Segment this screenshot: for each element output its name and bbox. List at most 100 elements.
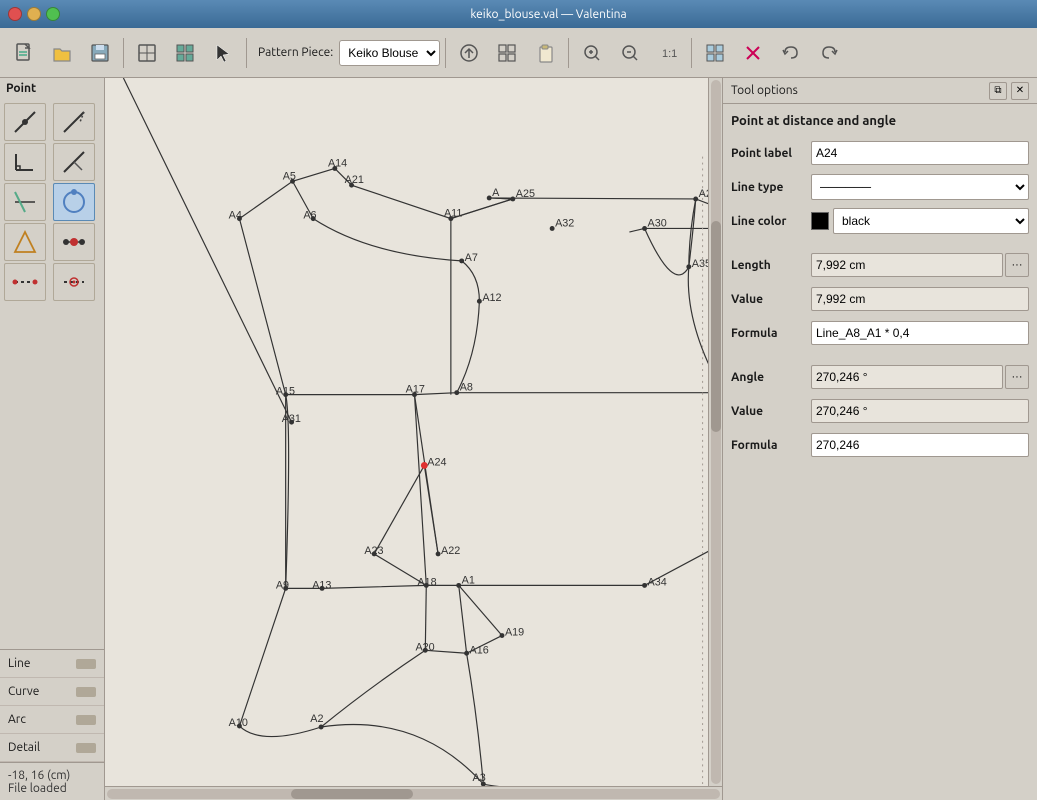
svg-text:A19: A19 bbox=[505, 627, 524, 639]
zoom-reset-button[interactable]: 1:1 bbox=[650, 35, 686, 71]
cross-tool[interactable] bbox=[53, 263, 95, 301]
window-controls[interactable] bbox=[8, 7, 60, 21]
angle-formula-input[interactable] bbox=[811, 433, 1029, 457]
point-label-input[interactable] bbox=[811, 141, 1029, 165]
v-scroll-thumb[interactable] bbox=[711, 221, 721, 432]
svg-text:A5: A5 bbox=[283, 170, 296, 182]
right-panel: Tool options ⧉ ✕ Point at distance and a… bbox=[722, 78, 1037, 800]
panel-close-button[interactable]: ✕ bbox=[1011, 82, 1029, 100]
svg-text:A23: A23 bbox=[364, 545, 383, 557]
line-type-select[interactable]: ────── - - - - ······· bbox=[811, 174, 1029, 200]
zoom-in-button[interactable] bbox=[574, 35, 610, 71]
svg-text:A7: A7 bbox=[465, 252, 478, 264]
svg-text:A31: A31 bbox=[282, 413, 301, 425]
status-text: File loaded bbox=[8, 782, 96, 795]
tile-button[interactable] bbox=[697, 35, 733, 71]
open-button[interactable] bbox=[44, 35, 80, 71]
horizontal-scrollbar[interactable] bbox=[105, 786, 722, 800]
minimize-button[interactable] bbox=[27, 7, 41, 21]
undo-button[interactable] bbox=[773, 35, 809, 71]
svg-text:A30: A30 bbox=[648, 217, 667, 229]
svg-text:A21: A21 bbox=[345, 174, 364, 186]
angle-value-input[interactable] bbox=[811, 399, 1029, 423]
svg-text:A20: A20 bbox=[415, 641, 434, 653]
svg-text:1:1: 1:1 bbox=[662, 48, 677, 60]
category-arc[interactable]: Arc bbox=[0, 706, 104, 734]
svg-text:A9: A9 bbox=[276, 579, 289, 591]
left-panel: Point bbox=[0, 78, 105, 800]
midpoint-tool[interactable] bbox=[53, 223, 95, 261]
grid-button[interactable] bbox=[489, 35, 525, 71]
category-detail-expand bbox=[76, 743, 96, 753]
svg-text:A32: A32 bbox=[555, 217, 574, 229]
line-color-label: Line color bbox=[731, 215, 811, 228]
length-value-label: Value bbox=[731, 293, 811, 306]
length-formula-input[interactable] bbox=[811, 321, 1029, 345]
length-label: Length bbox=[731, 259, 811, 272]
line-point-tool[interactable] bbox=[4, 103, 46, 141]
pattern-svg[interactable]: A A1 A2 A3 A4 A5 A6 A7 A8 A9 bbox=[105, 78, 722, 786]
svg-text:A: A bbox=[492, 187, 500, 199]
svg-text:A14: A14 bbox=[328, 158, 347, 170]
panel-float-button[interactable]: ⧉ bbox=[989, 82, 1007, 100]
category-line-expand bbox=[76, 659, 96, 669]
angle-formula-label: Formula bbox=[731, 439, 811, 452]
bisector-tool[interactable] bbox=[4, 183, 46, 221]
svg-text:A2: A2 bbox=[310, 713, 323, 725]
angle-formula-row: Formula bbox=[731, 432, 1029, 458]
clipboard-button[interactable] bbox=[527, 35, 563, 71]
canvas-area[interactable]: A A1 A2 A3 A4 A5 A6 A7 A8 A9 bbox=[105, 78, 722, 800]
close-pattern-button[interactable] bbox=[735, 35, 771, 71]
separator-1 bbox=[123, 38, 124, 68]
svg-text:A16: A16 bbox=[470, 644, 489, 656]
save-button[interactable] bbox=[82, 35, 118, 71]
length-value-input[interactable] bbox=[811, 287, 1029, 311]
maximize-button[interactable] bbox=[46, 7, 60, 21]
tool-grid bbox=[0, 99, 104, 305]
at-right-angle-tool[interactable] bbox=[4, 143, 46, 181]
h-scroll-track[interactable] bbox=[107, 789, 720, 799]
length-formula-button[interactable]: ··· bbox=[1005, 253, 1029, 277]
pattern-piece-label: Pattern Piece: bbox=[258, 46, 333, 59]
cursor-button[interactable] bbox=[205, 35, 241, 71]
close-button[interactable] bbox=[8, 7, 22, 21]
pattern-piece-select[interactable]: Keiko Blouse bbox=[339, 40, 440, 66]
line-type-control: ────── - - - - ······· bbox=[811, 174, 1029, 200]
line-color-select[interactable]: black bbox=[833, 208, 1029, 234]
layout-button[interactable] bbox=[129, 35, 165, 71]
new-button[interactable] bbox=[6, 35, 42, 71]
along-line-tool[interactable] bbox=[53, 103, 95, 141]
svg-text:A12: A12 bbox=[482, 292, 501, 304]
pieces-button[interactable] bbox=[167, 35, 203, 71]
import-button[interactable] bbox=[451, 35, 487, 71]
redo-button[interactable] bbox=[811, 35, 847, 71]
color-preview bbox=[811, 212, 829, 230]
svg-text:A11: A11 bbox=[444, 208, 462, 220]
point-at-distance-tool[interactable] bbox=[53, 183, 95, 221]
svg-text:A8: A8 bbox=[460, 382, 473, 394]
angle-input[interactable] bbox=[811, 365, 1003, 389]
tool-options-title: Tool options bbox=[731, 84, 798, 97]
category-line[interactable]: Line bbox=[0, 650, 104, 678]
categories-panel: Line Curve Arc Detail bbox=[0, 649, 104, 762]
svg-text:A18: A18 bbox=[417, 576, 436, 588]
status-bar: -18, 16 (cm) File loaded bbox=[0, 762, 104, 800]
h-scroll-thumb[interactable] bbox=[291, 789, 414, 799]
angle-label: Angle bbox=[731, 371, 811, 384]
properties-panel: Point at distance and angle Point label … bbox=[723, 104, 1037, 474]
triangle-tool[interactable] bbox=[4, 223, 46, 261]
canvas-container[interactable]: A A1 A2 A3 A4 A5 A6 A7 A8 A9 bbox=[105, 78, 722, 786]
dashed-tool[interactable] bbox=[4, 263, 46, 301]
v-scroll-track[interactable] bbox=[711, 80, 721, 784]
category-curve[interactable]: Curve bbox=[0, 678, 104, 706]
separator-4 bbox=[568, 38, 569, 68]
zoom-out-button[interactable] bbox=[612, 35, 648, 71]
svg-text:A3: A3 bbox=[473, 772, 486, 784]
vertical-scrollbar[interactable] bbox=[708, 78, 722, 786]
length-input[interactable] bbox=[811, 253, 1003, 277]
line-type-label: Line type bbox=[731, 181, 811, 194]
angle-formula-button[interactable]: ··· bbox=[1005, 365, 1029, 389]
category-detail[interactable]: Detail bbox=[0, 734, 104, 762]
tool-options-header: Tool options ⧉ ✕ bbox=[723, 78, 1037, 104]
normal-tool[interactable] bbox=[53, 143, 95, 181]
